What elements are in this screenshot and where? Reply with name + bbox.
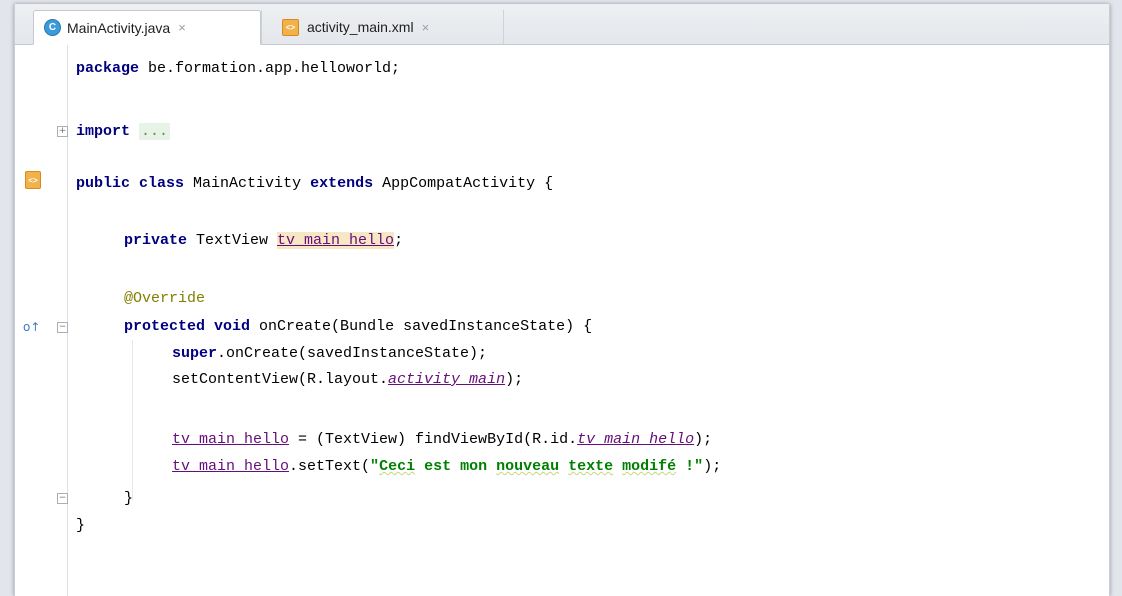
string-literal: texte xyxy=(568,458,614,475)
keyword: import xyxy=(76,123,131,140)
tab-label: activity_main.xml xyxy=(307,19,414,35)
string-literal: " xyxy=(370,458,380,475)
closing-brace: } xyxy=(76,517,86,534)
punctuation: ); xyxy=(703,458,722,475)
string-literal: !" xyxy=(676,458,704,475)
code-line-annotation: @Override xyxy=(124,288,205,310)
field-ref: activity_main xyxy=(388,371,506,388)
field-name: tv_main_hello xyxy=(172,458,290,475)
closing-brace: } xyxy=(124,490,134,507)
code-line-class-close: } xyxy=(76,515,85,537)
method-signature: onCreate(Bundle savedInstanceState) { xyxy=(250,318,593,335)
fold-end-icon[interactable]: − xyxy=(57,493,68,504)
xml-layout-icon: <> xyxy=(282,18,299,36)
java-class-icon: C xyxy=(44,19,61,36)
code-line-class: public class MainActivity extends AppCom… xyxy=(76,173,553,195)
punctuation: ); xyxy=(505,371,524,388)
close-tab-icon[interactable]: × xyxy=(178,20,186,35)
code-line-findviewbyid: tv_main_hello = (TextView) findViewById(… xyxy=(172,429,712,451)
superclass: AppCompatActivity { xyxy=(373,175,554,192)
editor-tab-bar: C MainActivity.java × <> activity_main.x… xyxy=(15,4,1109,45)
fold-collapse-icon[interactable]: − xyxy=(57,322,68,333)
code-editor[interactable]: package be.formation.app.helloworld; imp… xyxy=(68,45,1109,596)
annotation: @Override xyxy=(124,290,206,307)
string-literal xyxy=(559,458,568,475)
tab-label: MainActivity.java xyxy=(67,19,171,36)
code-line-package: package be.formation.app.helloworld; xyxy=(76,58,400,80)
string-literal: modifé xyxy=(622,458,677,475)
method-call: = (TextView) findViewById(R.id. xyxy=(289,431,578,448)
code-line-field: private TextView tv_main_hello; xyxy=(124,230,403,252)
keyword: package xyxy=(76,60,140,77)
close-tab-icon[interactable]: × xyxy=(422,20,430,35)
method-call: setContentView(R.layout. xyxy=(172,371,389,388)
punctuation: ; xyxy=(394,232,404,249)
tab-activity-main-xml[interactable]: <> activity_main.xml × xyxy=(261,10,504,44)
method-call: .onCreate(savedInstanceState); xyxy=(217,345,488,362)
keyword: protected xyxy=(124,318,206,335)
overrides-method-icon[interactable]: o↑ xyxy=(23,320,40,334)
editor-window: C MainActivity.java × <> activity_main.x… xyxy=(14,4,1110,596)
field-name: tv_main_hello xyxy=(277,232,395,249)
code-line-import: import ... xyxy=(76,121,171,143)
class-name: MainActivity xyxy=(184,175,311,192)
string-literal xyxy=(613,458,622,475)
field-ref: tv_main_hello xyxy=(577,431,695,448)
indent-guide xyxy=(132,340,133,500)
keyword: public xyxy=(76,175,131,192)
method-call: .setText( xyxy=(289,458,371,475)
keyword: void xyxy=(214,318,251,335)
punctuation: ); xyxy=(694,431,713,448)
string-literal: nouveau xyxy=(496,458,560,475)
code-line-super: super.onCreate(savedInstanceState); xyxy=(172,343,487,365)
tab-mainactivity-java[interactable]: C MainActivity.java × xyxy=(33,10,261,45)
code-line-method: protected void onCreate(Bundle savedInst… xyxy=(124,316,592,338)
field-name: tv_main_hello xyxy=(172,431,290,448)
keyword: extends xyxy=(310,175,374,192)
keyword: class xyxy=(139,175,185,192)
type-name: TextView xyxy=(187,232,278,249)
editor-gutter: + <> o↑ − − xyxy=(15,45,68,596)
string-literal: est mon xyxy=(415,458,497,475)
keyword: private xyxy=(124,232,188,249)
package-name: be.formation.app.helloworld; xyxy=(139,60,401,77)
code-line-settext: tv_main_hello.setText("Ceci est mon nouv… xyxy=(172,456,721,478)
keyword: super xyxy=(172,345,218,362)
folded-imports[interactable]: ... xyxy=(139,123,171,140)
string-literal: Ceci xyxy=(379,458,416,475)
code-line-method-close: } xyxy=(124,488,133,510)
code-line-setcontentview: setContentView(R.layout.activity_main); xyxy=(172,369,523,391)
related-layout-icon[interactable]: <> xyxy=(25,171,41,189)
fold-expand-icon[interactable]: + xyxy=(57,126,68,137)
